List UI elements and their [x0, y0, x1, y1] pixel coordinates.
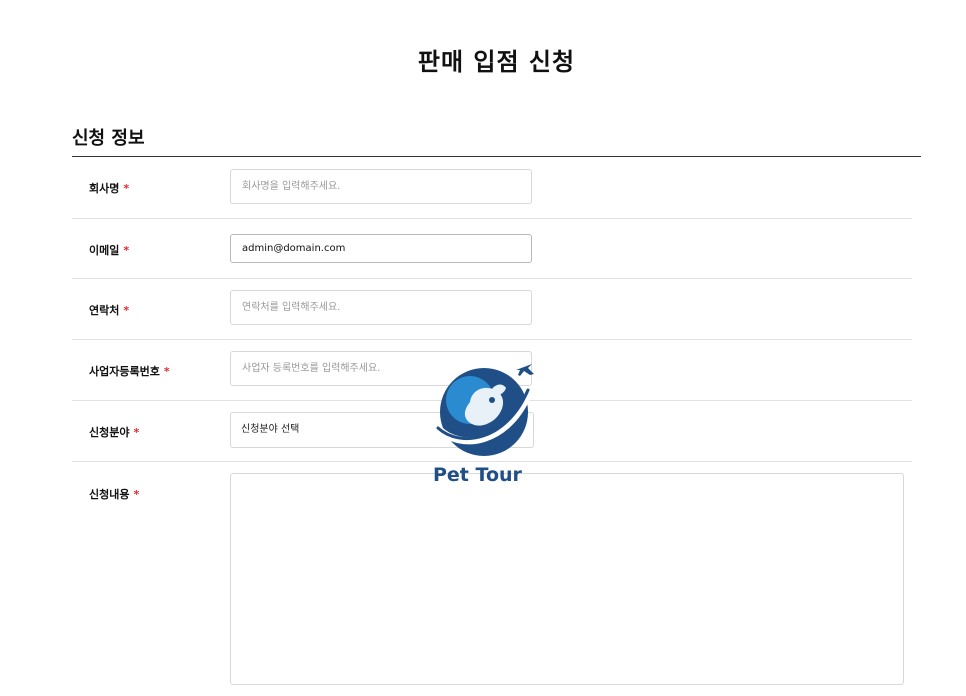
category-label: 신청분야 *	[89, 424, 139, 440]
contact-input[interactable]	[230, 290, 532, 325]
company-name-label-text: 회사명	[89, 182, 120, 195]
required-mark: *	[133, 426, 140, 439]
contact-label-text: 연락처	[89, 304, 120, 317]
content-label-text: 신청내용	[89, 488, 130, 501]
contact-label: 연락처 *	[89, 302, 129, 318]
business-number-label: 사업자등록번호 *	[89, 363, 170, 379]
form-row-content: 신청내용 *	[72, 462, 912, 696]
page-title: 판매 입점 신청	[417, 48, 576, 76]
required-mark: *	[163, 365, 170, 378]
category-label-text: 신청분야	[89, 426, 130, 439]
required-mark: *	[123, 304, 130, 317]
required-mark: *	[133, 488, 140, 501]
company-name-label: 회사명 *	[89, 180, 129, 196]
required-mark: *	[123, 244, 130, 257]
email-label: 이메일 *	[89, 242, 129, 258]
pet-tour-watermark: Pet Tour	[432, 362, 536, 490]
form-row-contact: 연락처 *	[72, 279, 912, 340]
business-number-label-text: 사업자등록번호	[89, 365, 160, 378]
category-selected-value: 신청분야 선택	[241, 424, 300, 435]
email-input[interactable]	[230, 234, 532, 263]
pet-tour-logo-icon	[434, 364, 534, 456]
watermark-text: Pet Tour	[433, 464, 522, 486]
company-name-input[interactable]	[230, 169, 532, 204]
section-title: 신청 정보	[72, 128, 145, 149]
required-mark: *	[123, 182, 130, 195]
form-row-company-name: 회사명 *	[72, 157, 912, 219]
content-textarea[interactable]	[230, 473, 904, 685]
content-label: 신청내용 *	[89, 486, 139, 502]
form-row-email: 이메일 *	[72, 219, 912, 279]
email-label-text: 이메일	[89, 244, 120, 257]
